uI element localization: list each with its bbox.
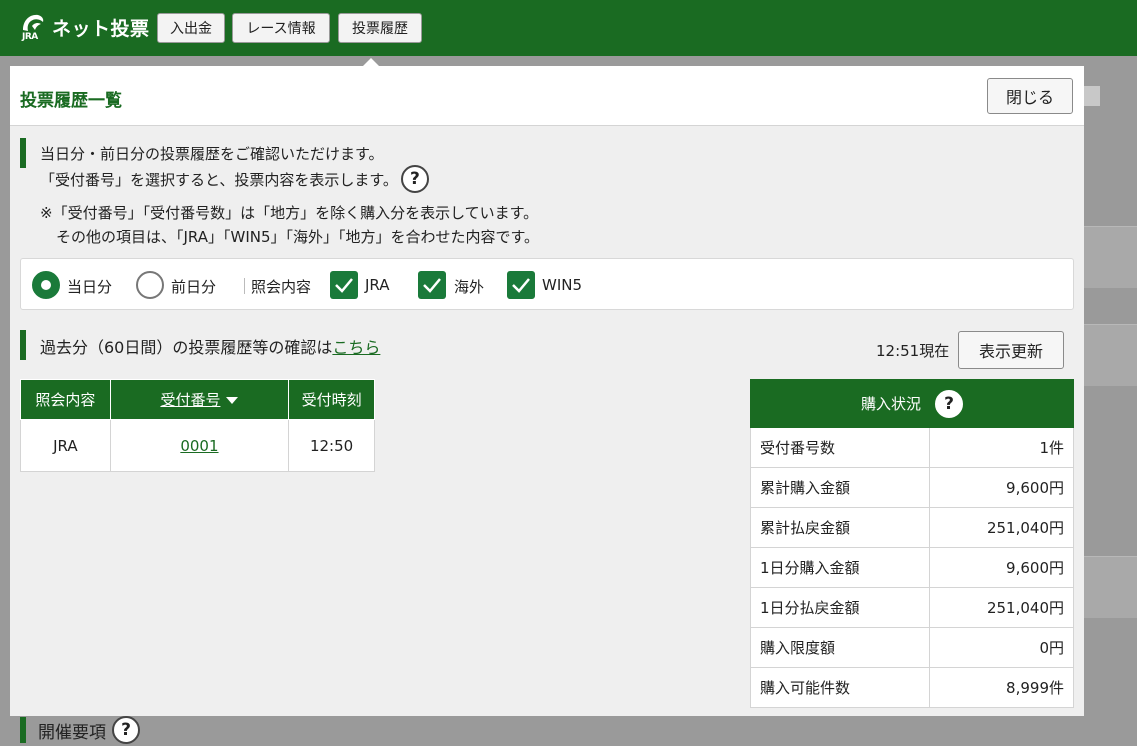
table-row: 1日分購入金額 9,600円 — [750, 547, 1074, 588]
logo-jra-text: JRA — [22, 32, 38, 42]
jra-horse-icon: JRA — [20, 12, 46, 42]
status-label: 累計購入金額 — [750, 467, 930, 508]
status-label: 1日分払戻金額 — [750, 587, 930, 628]
sort-number-link[interactable]: 受付番号 — [160, 391, 220, 409]
status-value: 9,600円 — [929, 547, 1074, 588]
nav-vote-history-button[interactable]: 投票履歴 — [338, 13, 422, 43]
bg-block — [1084, 324, 1137, 386]
status-label: 1日分購入金額 — [750, 547, 930, 588]
checkbox-overseas[interactable] — [418, 271, 446, 299]
status-title-cell: 購入状況 ? — [750, 379, 1074, 428]
purchase-status-table: 購入状況 ? 受付番号数 1件 累計購入金額 9,600円 累計払戻金額 251… — [750, 379, 1074, 708]
section-marker — [20, 138, 26, 168]
bg-block — [1084, 226, 1137, 288]
filter-divider — [244, 278, 245, 294]
checkbox-jra-label[interactable]: JRA — [365, 276, 390, 294]
check-icon — [335, 278, 353, 293]
table-row: 1日分払戻金額 251,040円 — [750, 587, 1074, 628]
radio-today-label[interactable]: 当日分 — [67, 276, 112, 297]
checkbox-win5[interactable] — [507, 271, 535, 299]
table-row: JRA 0001 12:50 — [20, 419, 375, 472]
cell-type: JRA — [20, 419, 111, 472]
status-value: 251,040円 — [929, 507, 1074, 548]
inquiry-label: 照会内容 — [251, 278, 312, 296]
receipt-number-link[interactable]: 0001 — [180, 437, 218, 455]
table-row: 累計払戻金額 251,040円 — [750, 507, 1074, 548]
refresh-button[interactable]: 表示更新 — [958, 331, 1064, 369]
radio-yesterday-label[interactable]: 前日分 — [171, 276, 216, 297]
status-value: 9,600円 — [929, 467, 1074, 508]
status-value: 251,040円 — [929, 587, 1074, 628]
bg-section-title: 開催要項 ? — [20, 716, 140, 744]
note-line-1: ※「受付番号」「受付番号数」は「地方」を除く購入分を表示しています。 — [40, 204, 539, 222]
status-label: 購入限度額 — [750, 627, 930, 668]
intro-line-2-row: 「受付番号」を選択すると、投票内容を表示します。 ? — [40, 165, 429, 193]
table-row: 購入限度額 0円 — [750, 627, 1074, 668]
modal-title: 投票履歴一覧 — [20, 91, 122, 111]
help-icon[interactable]: ? — [400, 165, 429, 193]
status-title: 購入状況 — [860, 395, 921, 413]
past-history-row: 過去分（60日間）の投票履歴等の確認はこちら — [40, 334, 380, 358]
table-row: 購入可能件数 8,999件 — [750, 667, 1074, 708]
intro-line-2: 「受付番号」を選択すると、投票内容を表示します。 — [40, 170, 398, 189]
checkbox-overseas-label[interactable]: 海外 — [454, 276, 484, 297]
col-inquiry: 照会内容 — [20, 379, 111, 420]
section-marker — [20, 717, 26, 743]
checkbox-jra[interactable] — [330, 271, 358, 299]
top-header: JRA ネット投票 入出金 レース情報 投票履歴 — [0, 0, 1137, 56]
status-label: 受付番号数 — [750, 427, 930, 468]
past-history-text: 過去分（60日間）の投票履歴等の確認は — [40, 338, 333, 357]
section-marker — [20, 330, 26, 360]
check-icon — [423, 278, 441, 293]
filter-box: 当日分 前日分 照会内容 JRA 海外 WIN5 — [20, 258, 1074, 310]
bg-section-title-text: 開催要項 — [38, 722, 106, 743]
checkbox-win5-label[interactable]: WIN5 — [542, 276, 582, 294]
radio-yesterday[interactable] — [136, 271, 164, 299]
close-button[interactable]: 閉じる — [987, 78, 1073, 114]
table-row: 累計購入金額 9,600円 — [750, 467, 1074, 508]
col-number[interactable]: 受付番号 — [109, 379, 290, 420]
intro-line-1: 当日分・前日分の投票履歴をご確認いただけます。 — [40, 145, 384, 163]
nav-deposit-button[interactable]: 入出金 — [157, 13, 225, 43]
jra-logo[interactable]: JRA ネット投票 — [20, 12, 150, 42]
col-time: 受付時刻 — [288, 379, 375, 420]
status-header-row: 購入状況 ? — [750, 379, 1074, 428]
status-value: 8,999件 — [929, 667, 1074, 708]
bg-block — [1084, 556, 1137, 618]
as-of-time: 12:51現在 — [876, 342, 950, 360]
note-line-2: その他の項目は、「JRA」「WIN5」「海外」「地方」を合わせた内容です。 — [56, 228, 540, 246]
nav-race-info-button[interactable]: レース情報 — [232, 13, 330, 43]
status-value: 1件 — [929, 427, 1074, 468]
sort-down-icon[interactable] — [226, 397, 239, 404]
past-history-link[interactable]: こちら — [332, 338, 380, 357]
check-icon — [512, 278, 530, 293]
radio-today[interactable] — [32, 271, 60, 299]
history-table: 照会内容 受付番号 受付時刻 JRA 0001 12:50 — [20, 379, 375, 472]
table-row: 受付番号数 1件 — [750, 427, 1074, 468]
cell-time: 12:50 — [288, 419, 375, 472]
status-label: 購入可能件数 — [750, 667, 930, 708]
table-header-row: 照会内容 受付番号 受付時刻 — [20, 379, 375, 420]
vote-history-modal: 投票履歴一覧 閉じる 当日分・前日分の投票履歴をご確認いただけます。 「受付番号… — [10, 66, 1084, 716]
modal-header: 投票履歴一覧 閉じる — [10, 66, 1084, 126]
status-value: 0円 — [929, 627, 1074, 668]
help-icon[interactable]: ? — [112, 716, 140, 744]
help-icon[interactable]: ? — [935, 389, 963, 418]
cell-number[interactable]: 0001 — [109, 419, 290, 472]
logo-text: ネット投票 — [52, 17, 150, 40]
status-label: 累計払戻金額 — [750, 507, 930, 548]
